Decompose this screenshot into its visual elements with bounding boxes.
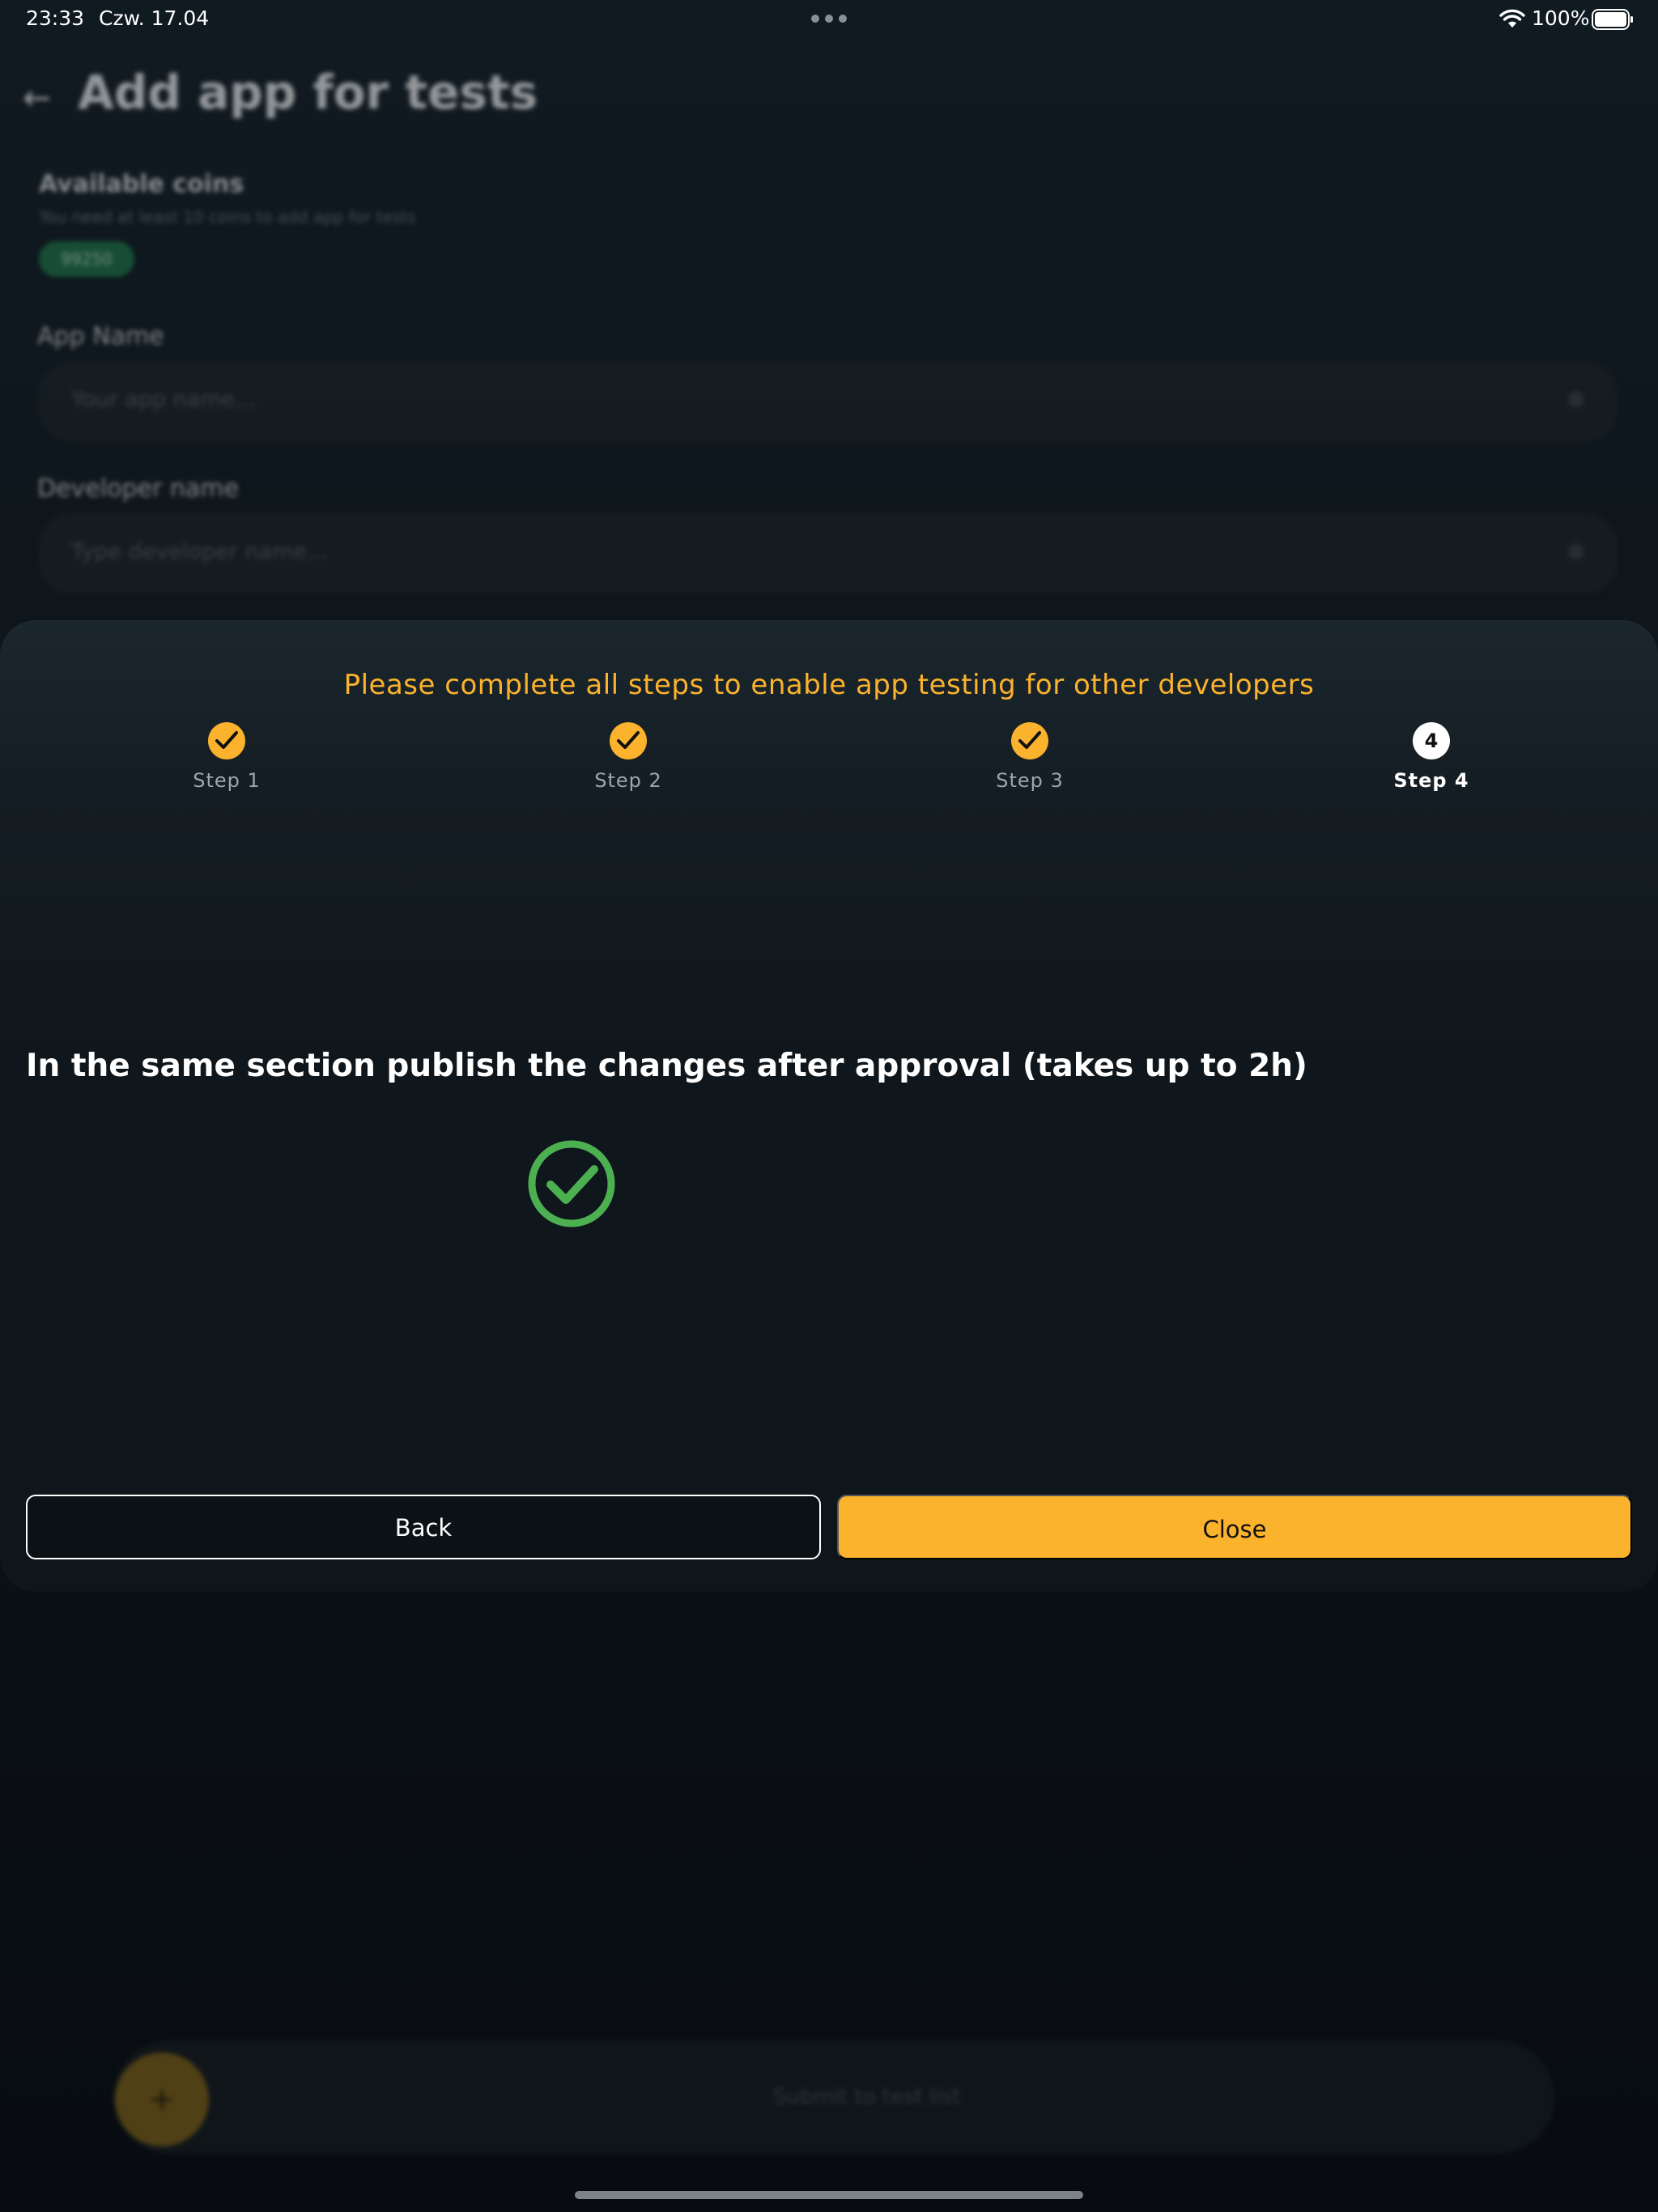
check-circle-icon [528, 1140, 615, 1227]
bottom-action-label: Submit to test list [773, 2085, 961, 2109]
step-done-indicator [1011, 722, 1048, 759]
step-3[interactable]: Step 3 [949, 722, 1111, 792]
sheet-heading: Please complete all steps to enable app … [343, 669, 1315, 701]
step-done-indicator [610, 722, 647, 759]
app-name-placeholder: Your app name... [71, 387, 256, 412]
step-label: Step 3 [996, 769, 1064, 792]
stepper: Step 1 Step 2 Step 3 4 Step 4 [0, 722, 1658, 811]
status-bar: 23:33 Czw. 17.04 100% [0, 0, 1658, 39]
step-label: Step 2 [594, 769, 662, 792]
battery-icon [1592, 9, 1633, 30]
developer-name-label: Developer name [37, 474, 239, 503]
status-date: Czw. 17.04 [99, 6, 210, 30]
coins-badge: 99250 [39, 241, 134, 277]
app-name-input[interactable]: Your app name... ⊗ [39, 361, 1618, 442]
check-icon [1018, 731, 1041, 749]
clear-icon[interactable]: ⊗ [1567, 387, 1585, 412]
step-label: Step 4 [1393, 769, 1469, 792]
step-4[interactable]: 4 Step 4 [1350, 722, 1512, 792]
battery-percentage: 100% [1532, 6, 1590, 30]
step-instruction: In the same section publish the changes … [26, 1048, 1307, 1084]
status-time: 23:33 [26, 6, 85, 30]
step-done-indicator [208, 722, 245, 759]
available-coins-title: Available coins [39, 170, 244, 198]
app-name-label: App Name [37, 322, 164, 351]
home-indicator[interactable] [575, 2191, 1083, 2199]
back-button[interactable]: Back [26, 1495, 821, 1559]
multitasking-dots-icon[interactable] [811, 15, 847, 23]
close-button[interactable]: Close [837, 1495, 1632, 1559]
check-icon [215, 731, 238, 749]
wifi-icon [1499, 9, 1525, 28]
page-title: Add app for tests [78, 65, 538, 120]
check-icon [617, 731, 640, 749]
step-2[interactable]: Step 2 [547, 722, 709, 792]
step-1[interactable]: Step 1 [146, 722, 308, 792]
step-label: Step 1 [193, 769, 261, 792]
step-number-indicator: 4 [1413, 722, 1450, 759]
steps-bottom-sheet: Please complete all steps to enable app … [0, 620, 1658, 1592]
clear-icon[interactable]: ⊗ [1567, 539, 1585, 564]
available-coins-subtitle: You need at least 10 coins to add app fo… [39, 207, 416, 227]
add-fab-button[interactable]: + [115, 2052, 209, 2146]
back-arrow-icon: ← [23, 78, 52, 117]
developer-name-placeholder: Type developer name... [71, 539, 328, 564]
developer-name-input[interactable]: Type developer name... ⊗ [39, 513, 1618, 594]
